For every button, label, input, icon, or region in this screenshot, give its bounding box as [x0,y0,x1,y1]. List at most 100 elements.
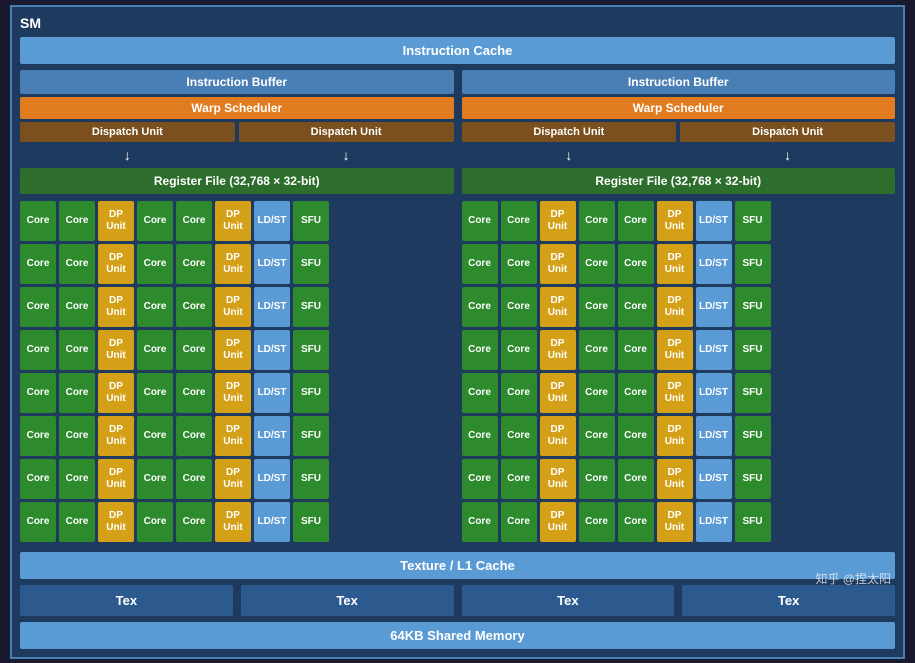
cell-2-5: DP Unit [215,287,251,327]
cell-6-1: Core [59,459,95,499]
cell-7-5: DP Unit [215,502,251,542]
cores-row-2: CoreCoreDP UnitCoreCoreDP UnitLD/STSFU [20,287,454,327]
cell-2-1: Core [59,287,95,327]
cell-0-7: SFU [293,201,329,241]
right-warp-scheduler: Warp Scheduler [462,97,896,119]
cell-6-2: DP Unit [540,459,576,499]
tex-unit-4: Tex [682,585,895,616]
tex-unit-1: Tex [20,585,233,616]
cell-7-6: LD/ST [254,502,290,542]
cell-6-4: Core [618,459,654,499]
cell-1-4: Core [618,244,654,284]
cores-row-1: CoreCoreDP UnitCoreCoreDP UnitLD/STSFU [20,244,454,284]
cores-row-3: CoreCoreDP UnitCoreCoreDP UnitLD/STSFU [462,330,896,370]
cell-2-4: Core [176,287,212,327]
cell-7-3: Core [579,502,615,542]
cell-7-3: Core [137,502,173,542]
cell-4-7: SFU [735,373,771,413]
cores-row-2: CoreCoreDP UnitCoreCoreDP UnitLD/STSFU [462,287,896,327]
cell-6-0: Core [20,459,56,499]
two-column-layout: Instruction Buffer Warp Scheduler Dispat… [20,70,895,546]
left-arrows: ↓ ↓ [20,145,454,165]
watermark: 知乎 @捏太阳 [815,570,891,587]
cell-0-3: Core [137,201,173,241]
cell-1-2: DP Unit [98,244,134,284]
cell-5-2: DP Unit [98,416,134,456]
cell-7-2: DP Unit [98,502,134,542]
cell-0-1: Core [501,201,537,241]
cell-2-1: Core [501,287,537,327]
cell-5-2: DP Unit [540,416,576,456]
cell-1-5: DP Unit [215,244,251,284]
right-register-file: Register File (32,768 × 32-bit) [462,168,896,194]
cell-7-5: DP Unit [657,502,693,542]
tex-unit-3: Tex [462,585,675,616]
cell-7-0: Core [462,502,498,542]
cell-0-6: LD/ST [696,201,732,241]
cell-4-4: Core [176,373,212,413]
cell-2-5: DP Unit [657,287,693,327]
cell-6-5: DP Unit [657,459,693,499]
cell-3-6: LD/ST [254,330,290,370]
cell-2-3: Core [137,287,173,327]
cores-row-4: CoreCoreDP UnitCoreCoreDP UnitLD/STSFU [462,373,896,413]
cell-0-0: Core [462,201,498,241]
cell-2-4: Core [618,287,654,327]
left-dispatch-row: Dispatch Unit Dispatch Unit [20,122,454,142]
right-arrows: ↓ ↓ [462,145,896,165]
cell-1-7: SFU [735,244,771,284]
cell-0-2: DP Unit [540,201,576,241]
right-half: Instruction Buffer Warp Scheduler Dispat… [462,70,896,546]
cores-row-6: CoreCoreDP UnitCoreCoreDP UnitLD/STSFU [20,459,454,499]
cell-6-1: Core [501,459,537,499]
cell-5-6: LD/ST [696,416,732,456]
tex-row: Tex Tex Tex Tex [20,585,895,616]
cell-5-1: Core [501,416,537,456]
cell-1-1: Core [59,244,95,284]
left-cores-grid: CoreCoreDP UnitCoreCoreDP UnitLD/STSFUCo… [20,201,454,542]
texture-cache: Texture / L1 Cache [20,552,895,579]
cell-5-4: Core [176,416,212,456]
cell-0-6: LD/ST [254,201,290,241]
cell-3-0: Core [462,330,498,370]
cell-5-5: DP Unit [657,416,693,456]
cell-0-2: DP Unit [98,201,134,241]
right-cores-grid: CoreCoreDP UnitCoreCoreDP UnitLD/STSFUCo… [462,201,896,542]
cell-7-4: Core [176,502,212,542]
left-dispatch-unit-1: Dispatch Unit [20,122,235,142]
cell-4-5: DP Unit [215,373,251,413]
cell-3-2: DP Unit [540,330,576,370]
cores-row-7: CoreCoreDP UnitCoreCoreDP UnitLD/STSFU [462,502,896,542]
cell-1-2: DP Unit [540,244,576,284]
cell-4-2: DP Unit [98,373,134,413]
cell-3-5: DP Unit [657,330,693,370]
cores-row-7: CoreCoreDP UnitCoreCoreDP UnitLD/STSFU [20,502,454,542]
cell-0-4: Core [618,201,654,241]
cores-row-3: CoreCoreDP UnitCoreCoreDP UnitLD/STSFU [20,330,454,370]
sm-title: SM [20,15,895,31]
cell-6-6: LD/ST [696,459,732,499]
cell-3-5: DP Unit [215,330,251,370]
cell-7-1: Core [501,502,537,542]
left-dispatch-unit-2: Dispatch Unit [239,122,454,142]
cell-3-3: Core [579,330,615,370]
cell-7-4: Core [618,502,654,542]
cell-1-3: Core [137,244,173,284]
cell-3-7: SFU [293,330,329,370]
cell-6-7: SFU [293,459,329,499]
cell-4-0: Core [462,373,498,413]
cell-4-3: Core [579,373,615,413]
cell-1-0: Core [462,244,498,284]
left-instruction-buffer: Instruction Buffer [20,70,454,94]
cell-0-0: Core [20,201,56,241]
shared-memory: 64KB Shared Memory [20,622,895,649]
cell-3-1: Core [59,330,95,370]
cell-7-7: SFU [735,502,771,542]
cell-3-1: Core [501,330,537,370]
cell-1-6: LD/ST [696,244,732,284]
cell-1-5: DP Unit [657,244,693,284]
cell-1-1: Core [501,244,537,284]
cell-4-2: DP Unit [540,373,576,413]
cell-6-3: Core [579,459,615,499]
cell-6-6: LD/ST [254,459,290,499]
